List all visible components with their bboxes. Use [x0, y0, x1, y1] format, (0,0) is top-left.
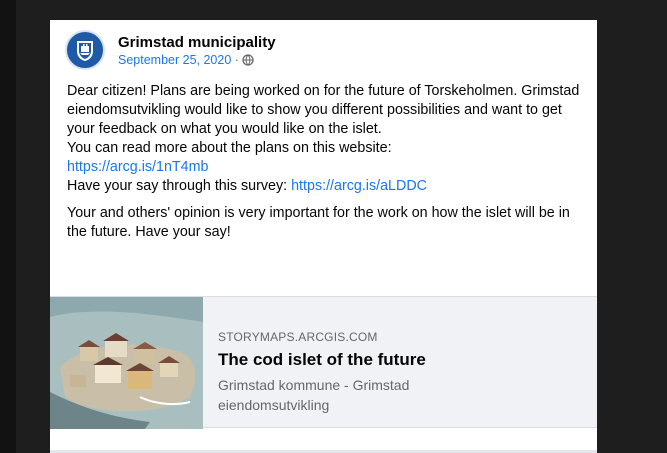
post-date[interactable]: September 25, 2020	[118, 53, 231, 67]
survey-link[interactable]: https://arcg.is/aLDDC	[291, 178, 427, 194]
post-text: Dear citizen! Plans are being worked on …	[67, 82, 587, 242]
post-meta: September 25, 2020 ·	[118, 53, 255, 67]
preview-info: STORYMAPS.ARCGIS.COM The cod islet of th…	[218, 330, 588, 415]
post-paragraph-2: You can read more about the plans on thi…	[67, 139, 587, 196]
preview-thumbnail[interactable]	[50, 297, 203, 429]
survey-intro-text: Have your say through this survey:	[67, 178, 288, 194]
islet-render-image	[50, 297, 203, 429]
link-preview-card[interactable]: STORYMAPS.ARCGIS.COM The cod islet of th…	[50, 296, 597, 429]
post-paragraph-1: Dear citizen! Plans are being worked on …	[67, 83, 580, 137]
preview-title[interactable]: The cod islet of the future	[218, 350, 588, 370]
left-dark-strip	[0, 0, 16, 453]
meta-separator: ·	[234, 53, 239, 67]
post-paragraph-3: Your and others' opinion is very importa…	[67, 205, 570, 240]
post-header: Grimstad municipality September 25, 2020…	[65, 30, 565, 72]
municipal-crest-icon	[68, 33, 102, 67]
website-link[interactable]: https://arcg.is/1nT4mb	[67, 159, 208, 175]
globe-icon	[242, 54, 255, 66]
post-author[interactable]: Grimstad municipality	[118, 34, 276, 51]
preview-domain: STORYMAPS.ARCGIS.COM	[218, 330, 378, 344]
website-intro-text: You can read more about the plans on thi…	[67, 140, 392, 156]
municipality-avatar[interactable]	[65, 30, 105, 70]
preview-description: Grimstad kommune - Grimstad eiendomsutvi…	[218, 377, 410, 413]
facebook-post-card: Grimstad municipality September 25, 2020…	[50, 20, 597, 453]
